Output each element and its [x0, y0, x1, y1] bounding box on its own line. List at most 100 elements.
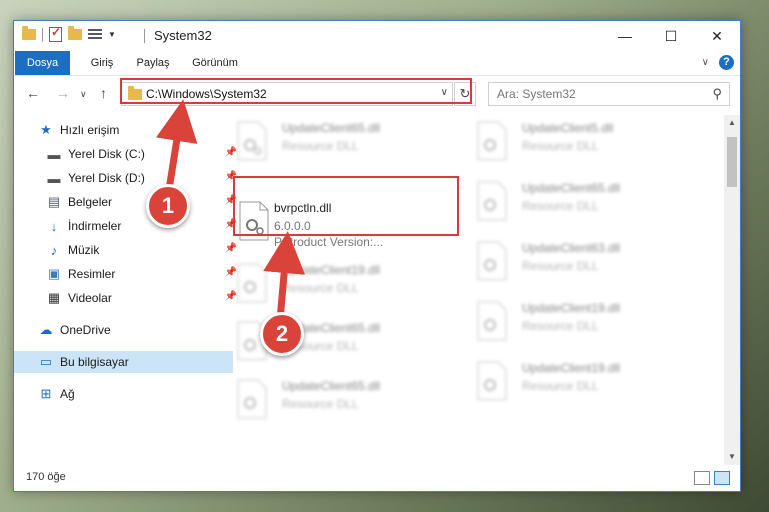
step-badge-1: 1	[146, 184, 190, 228]
recent-locations-chevron-icon[interactable]: ∨	[80, 89, 87, 100]
dll-file-icon	[237, 379, 267, 419]
nav-item-downloads[interactable]: ↓ İndirmeler 📌	[14, 215, 241, 237]
tab-share[interactable]: Paylaş	[128, 51, 178, 75]
search-input[interactable]	[497, 87, 697, 101]
nav-label: Belgeler	[68, 195, 113, 209]
file-tile[interactable]: UpdateClient65.dll Resource DLL	[236, 119, 466, 169]
expand-ribbon-chevron-icon[interactable]: ∨	[702, 57, 709, 68]
nav-label: Müzik	[68, 243, 100, 257]
file-description: Resource DLL	[282, 397, 359, 411]
tab-view[interactable]: Görünüm	[186, 51, 244, 75]
file-name: UpdateClient19.dll	[282, 263, 381, 277]
nav-item-documents[interactable]: ▤ Belgeler 📌	[14, 191, 241, 213]
file-name: UpdateClient65.dll	[522, 181, 621, 195]
file-name: UpdateClient65.dll	[282, 121, 381, 135]
cloud-icon: ☁	[39, 322, 53, 337]
address-bar[interactable]: C:\Windows\System32 ∨	[121, 82, 453, 106]
dll-file-icon	[477, 121, 507, 161]
file-description: Resource DLL	[282, 281, 359, 295]
quick-access-toolbar: ▼	[22, 25, 116, 42]
title-divider	[144, 29, 145, 43]
view-toggle-buttons	[694, 471, 730, 485]
address-row: ← → ∨ ↑ C:\Windows\System32 ∨ ↻ ⚲	[14, 76, 740, 110]
nav-item-videos[interactable]: ▦ Videolar 📌	[14, 287, 241, 309]
refresh-button[interactable]: ↻	[454, 82, 476, 106]
search-icon[interactable]: ⚲	[712, 86, 722, 102]
file-tile[interactable]: UpdateClient5.dll Resource DLL	[476, 119, 706, 169]
details-view-button[interactable]	[694, 471, 710, 485]
file-list: UpdateClient65.dll Resource DLL bvrpctln…	[226, 115, 726, 460]
nav-quick-access[interactable]: ★ Hızlı erişim	[14, 119, 233, 141]
file-name: UpdateClient63.dll	[522, 241, 621, 255]
minimize-button[interactable]: —	[602, 21, 648, 51]
properties-icon[interactable]	[49, 25, 62, 42]
nav-label: OneDrive	[60, 323, 111, 337]
nav-label: Yerel Disk (D:)	[68, 171, 145, 185]
nav-onedrive[interactable]: ☁ OneDrive	[14, 319, 233, 341]
file-description: P Product Version:...	[274, 235, 384, 249]
nav-item-music[interactable]: ♪ Müzik 📌	[14, 239, 241, 261]
nav-item-disk-d[interactable]: ▬ Yerel Disk (D:) 📌	[14, 167, 241, 189]
file-description: Resource DLL	[522, 259, 599, 273]
download-icon: ↓	[50, 218, 58, 234]
scroll-down-arrow-icon[interactable]: ▼	[724, 449, 740, 465]
computer-icon: ▭	[39, 354, 53, 369]
view-list-icon[interactable]	[88, 28, 102, 41]
nav-label: Videolar	[68, 291, 112, 305]
pictures-icon: ▣	[47, 266, 61, 281]
ribbon-tabs: Dosya Giriş Paylaş Görünüm ∨ ?	[14, 51, 740, 76]
file-name: UpdateClient65.dll	[282, 379, 381, 393]
videos-icon: ▦	[47, 290, 61, 305]
nav-network[interactable]: ⊞ Ağ	[14, 383, 233, 405]
search-box[interactable]: ⚲	[488, 82, 730, 106]
ribbon-right-controls: ∨ ?	[702, 55, 734, 70]
scroll-up-arrow-icon[interactable]: ▲	[724, 115, 740, 131]
help-icon[interactable]: ?	[719, 55, 734, 70]
new-folder-icon[interactable]	[68, 26, 82, 40]
maximize-button[interactable]: ☐	[648, 21, 694, 51]
dll-file-icon	[477, 181, 507, 221]
step-badge-2: 2	[260, 312, 304, 356]
file-tile[interactable]: UpdateClient63.dll Resource DLL	[476, 239, 706, 289]
customize-toolbar-chevron-icon[interactable]: ▼	[108, 30, 116, 39]
file-highlight-box	[233, 176, 459, 236]
file-tile[interactable]: UpdateClient19.dll Resource DLL	[476, 299, 706, 349]
file-tile[interactable]: UpdateClient19.dll Resource DLL	[236, 261, 466, 311]
file-name: UpdateClient5.dll	[522, 121, 614, 135]
file-tile[interactable]: UpdateClient19.dll Resource DLL	[476, 359, 706, 409]
file-tile[interactable]: UpdateClient65.dll Resource DLL	[476, 179, 706, 229]
scrollbar-thumb[interactable]	[727, 137, 737, 187]
nav-this-pc[interactable]: ▭ Bu bilgisayar	[14, 351, 233, 373]
dll-file-icon	[477, 241, 507, 281]
dll-file-icon	[237, 263, 267, 303]
close-button[interactable]: ✕	[694, 21, 740, 51]
nav-item-pictures[interactable]: ▣ Resimler 📌	[14, 263, 241, 285]
file-description: Resource DLL	[522, 199, 599, 213]
nav-label: İndirmeler	[68, 219, 122, 233]
tab-home[interactable]: Giriş	[82, 51, 122, 75]
title-bar: ▼ System32 — ☐ ✕	[14, 21, 740, 51]
address-folder-icon	[128, 86, 142, 100]
tiles-view-button[interactable]	[714, 471, 730, 485]
file-name: UpdateClient19.dll	[522, 301, 621, 315]
address-path[interactable]: C:\Windows\System32	[146, 87, 267, 101]
star-icon: ★	[40, 122, 52, 137]
nav-label: Resimler	[68, 267, 116, 281]
tab-file[interactable]: Dosya	[15, 51, 70, 75]
file-name: UpdateClient19.dll	[522, 361, 621, 375]
nav-label: Bu bilgisayar	[60, 355, 129, 369]
nav-label: Ağ	[60, 387, 75, 401]
back-arrow-icon[interactable]: ←	[26, 85, 40, 101]
vertical-scrollbar[interactable]: ▲ ▼	[724, 115, 740, 465]
nav-label: Hızlı erişim	[60, 123, 120, 137]
up-arrow-icon[interactable]: ↑	[100, 85, 107, 101]
dll-file-icon	[237, 121, 267, 161]
nav-item-disk-c[interactable]: ▬ Yerel Disk (C:) 📌	[14, 143, 241, 165]
address-dropdown-chevron-icon[interactable]: ∨	[441, 87, 448, 98]
status-item-count: 170 öğe	[26, 471, 66, 483]
forward-arrow-icon[interactable]: →	[56, 85, 70, 101]
folder-icon	[22, 26, 36, 40]
documents-icon: ▤	[47, 194, 61, 209]
nav-label: Yerel Disk (C:)	[68, 147, 145, 161]
file-tile[interactable]: UpdateClient65.dll Resource DLL	[236, 377, 466, 427]
